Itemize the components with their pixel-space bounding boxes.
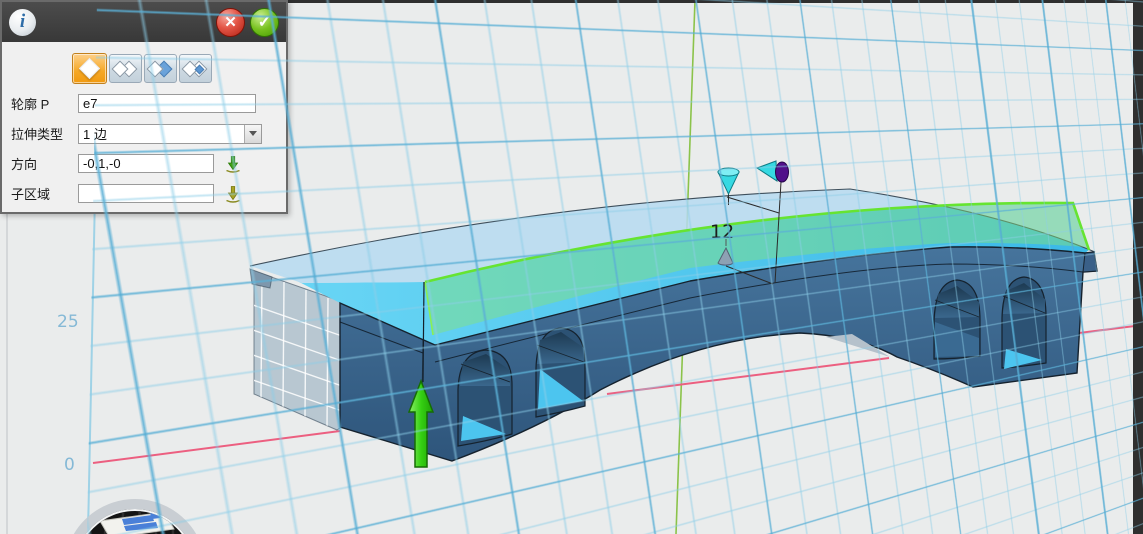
- direction-input[interactable]: [78, 154, 214, 173]
- arch-opening-3: [934, 280, 980, 359]
- direction-label: 方向: [11, 154, 78, 173]
- single-diamond-icon: [79, 58, 100, 79]
- window-right-edge[interactable]: [1133, 0, 1143, 534]
- extrude-mode-double-button[interactable]: [109, 54, 142, 83]
- extrude-type-select[interactable]: 1 边: [78, 124, 262, 144]
- dialog-header[interactable]: i ✕ ✓: [2, 2, 286, 42]
- x-axis-line-left: [93, 431, 340, 463]
- pick-subregion-icon[interactable]: [223, 184, 243, 204]
- subregion-field-row: 子区域: [11, 183, 278, 204]
- profile-input[interactable]: [78, 94, 256, 113]
- arch-opening-1: [458, 350, 512, 446]
- extrude-mode-single-button[interactable]: [72, 53, 107, 84]
- confirm-button[interactable]: ✓: [250, 8, 279, 37]
- subregion-input[interactable]: [78, 184, 214, 203]
- direction-handle-cone-icon[interactable]: [757, 161, 777, 181]
- cancel-button[interactable]: ✕: [216, 8, 245, 37]
- extrude-mode-union-button[interactable]: [144, 54, 177, 83]
- right-cap-face: [1083, 252, 1097, 272]
- subregion-label: 子区域: [11, 184, 78, 203]
- dimension-label[interactable]: 12: [710, 221, 734, 243]
- info-icon[interactable]: i: [9, 9, 36, 36]
- extrude-type-field-row: 拉伸类型 1 边: [11, 123, 278, 144]
- cad-application-window: 25 0: [0, 0, 1143, 534]
- extrude-type-value: 1 边: [79, 124, 244, 143]
- chevron-down-icon: [249, 131, 257, 136]
- axis-label-0: 0: [64, 455, 75, 475]
- axis-label-25: 25: [57, 312, 79, 332]
- extrude-mode-toolbar: [72, 53, 286, 84]
- direction-field-row: 方向: [11, 153, 278, 174]
- extrude-mode-subtract-button[interactable]: [179, 54, 212, 83]
- height-handle-cap[interactable]: [718, 168, 739, 176]
- extrude-dialog: i ✕ ✓ 轮廓 P: [0, 0, 288, 214]
- extrude-type-label: 拉伸类型: [11, 124, 78, 143]
- dropdown-button[interactable]: [244, 125, 261, 143]
- arch-opening-2: [536, 328, 585, 417]
- profile-field-row: 轮廓 P: [11, 93, 278, 114]
- pick-direction-icon[interactable]: [223, 154, 243, 174]
- arch-opening-4: [1002, 277, 1046, 369]
- profile-label: 轮廓 P: [11, 94, 78, 113]
- rotation-knob-icon[interactable]: [776, 162, 789, 182]
